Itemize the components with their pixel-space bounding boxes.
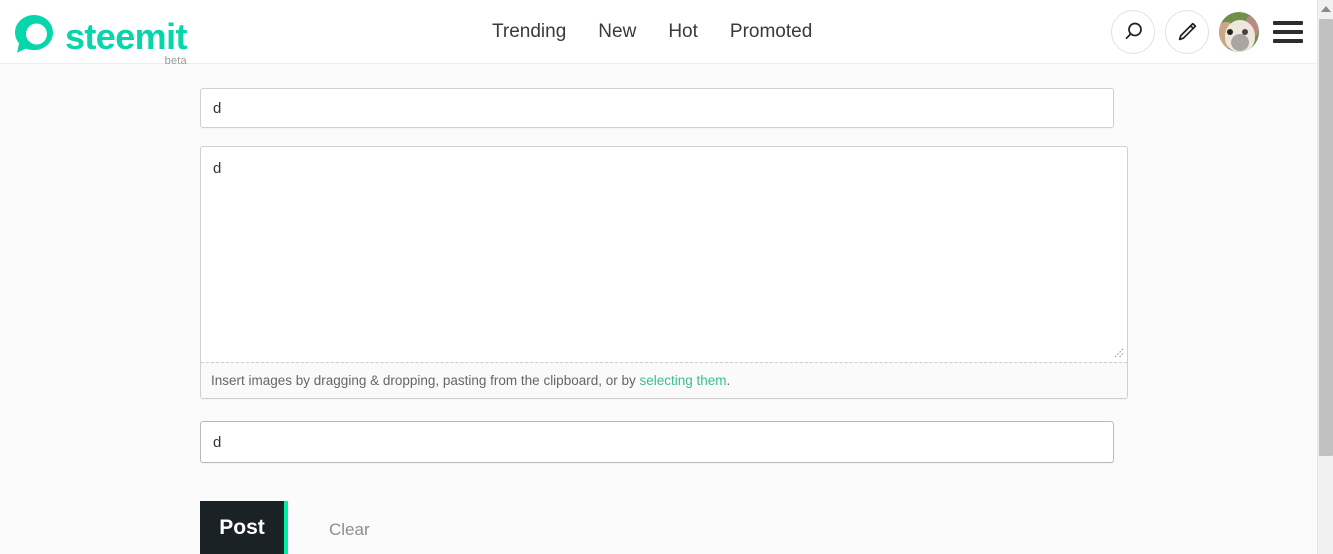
post-body-editor: Insert images by dragging & dropping, pa… — [200, 146, 1128, 399]
nav-item-trending[interactable]: Trending — [492, 18, 582, 46]
page-content: Insert images by dragging & dropping, pa… — [0, 64, 1317, 554]
select-images-link[interactable]: selecting them — [640, 373, 727, 388]
scrollbar-thumb[interactable] — [1319, 19, 1333, 456]
user-avatar[interactable] — [1219, 12, 1259, 52]
pencil-icon — [1178, 22, 1197, 41]
image-hint-text-before: Insert images by dragging & dropping, pa… — [211, 373, 640, 388]
steemit-post-editor-page: steemit beta Trending New Hot Promoted d… — [0, 0, 1333, 554]
hamburger-menu-icon[interactable] — [1273, 21, 1303, 43]
site-header: steemit beta Trending New Hot Promoted — [0, 0, 1317, 67]
brand-logo[interactable]: steemit beta — [12, 8, 187, 67]
form-actions: Post Clear — [200, 501, 1114, 554]
nav-item-hot[interactable]: Hot — [668, 18, 714, 46]
page-scrollbar[interactable] — [1317, 0, 1333, 554]
search-icon — [1125, 22, 1142, 40]
search-button[interactable] — [1111, 10, 1155, 54]
post-tags-input[interactable] — [200, 421, 1114, 463]
steemit-logo-icon — [15, 14, 53, 53]
post-body-textarea[interactable] — [201, 147, 1127, 362]
editor-image-hint: Insert images by dragging & dropping, pa… — [201, 362, 1127, 398]
main-navigation: Trending New Hot Promoted — [492, 18, 812, 46]
brand-wordmark: steemit — [65, 15, 187, 57]
nav-item-promoted[interactable]: Promoted — [730, 18, 812, 46]
scroll-up-arrow-icon[interactable] — [1318, 0, 1333, 17]
post-button[interactable]: Post — [200, 501, 288, 554]
nav-item-new[interactable]: New — [598, 18, 652, 46]
post-title-input[interactable] — [200, 88, 1114, 128]
compose-post-button[interactable] — [1165, 10, 1209, 54]
image-hint-text-after: . — [726, 373, 731, 388]
clear-button[interactable]: Clear — [329, 520, 370, 540]
header-actions — [1111, 0, 1303, 64]
post-editor-form: Insert images by dragging & dropping, pa… — [200, 88, 1128, 554]
